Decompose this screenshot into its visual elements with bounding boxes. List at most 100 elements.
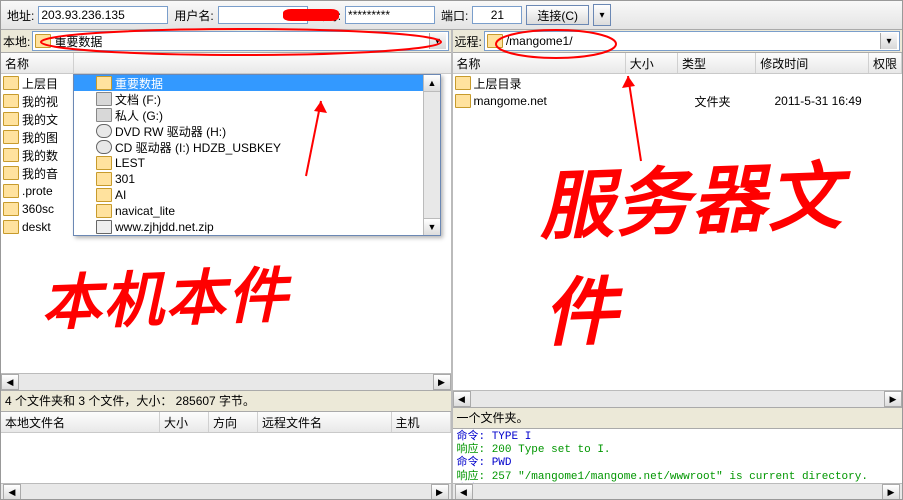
- folder-icon: [3, 202, 19, 216]
- local-file-list[interactable]: 上层目我的视我的文我的图我的数我的音.prote360scdeskt 重要数据文…: [1, 74, 451, 373]
- scroll-up-button[interactable]: ▲: [424, 75, 440, 92]
- remote-pane: 远程: /mangome1/ ▾ 名称 大小 类型 修改时间 权限 上层目录ma…: [453, 30, 903, 500]
- password-input[interactable]: [345, 6, 435, 24]
- remote-hscroll[interactable]: ◀ ▶: [453, 390, 903, 407]
- folder-icon: [455, 94, 471, 108]
- ftp-client-window: 地址: 用户名: 密码: 端口: 连接(C) ▾ 本地: 重要数据 ▾ 名称: [0, 0, 903, 500]
- scroll-right-button[interactable]: ▶: [433, 374, 451, 390]
- connect-button[interactable]: 连接(C): [526, 5, 589, 25]
- col-mtime[interactable]: 修改时间: [756, 53, 869, 73]
- scroll-right-button[interactable]: ▶: [882, 484, 900, 500]
- list-item[interactable]: mangome.net文件夹2011-5-31 16:49: [453, 92, 903, 110]
- folder-icon: [3, 220, 19, 234]
- tree-item[interactable]: 私人 (G:): [74, 107, 424, 123]
- tree-item-label: AI: [115, 188, 126, 202]
- address-input[interactable]: [38, 6, 168, 24]
- tree-item[interactable]: 301: [74, 171, 424, 187]
- tree-scrollbar[interactable]: ▲ ▼: [423, 75, 440, 235]
- folder-icon: [455, 76, 471, 90]
- folder-icon: [96, 204, 112, 218]
- local-list-header: 名称: [1, 53, 451, 74]
- connect-dropdown-button[interactable]: ▾: [593, 4, 611, 26]
- qcol-dir[interactable]: 方向: [209, 412, 258, 432]
- scroll-right-button[interactable]: ▶: [431, 484, 449, 500]
- port-label: 端口:: [441, 7, 468, 24]
- scroll-down-button[interactable]: ▼: [424, 218, 440, 235]
- queue-body[interactable]: [1, 433, 451, 483]
- tree-item[interactable]: LEST: [74, 155, 424, 171]
- col-perm[interactable]: 权限: [869, 53, 902, 73]
- username-label: 用户名:: [174, 7, 213, 24]
- item-mtime: 2011-5-31 16:49: [775, 94, 895, 108]
- address-label: 地址:: [7, 7, 34, 24]
- tree-item-label: 重要数据: [115, 75, 163, 92]
- local-pane: 本地: 重要数据 ▾ 名称 上层目我的视我的文我的图我的数我的音.prote36…: [1, 30, 453, 500]
- password-label: 密码:: [314, 7, 341, 24]
- log-line: 响应: 257 "/mangome1/mangome.net/wwwroot" …: [457, 471, 899, 483]
- col-name[interactable]: 名称: [453, 53, 626, 73]
- folder-icon: [3, 166, 19, 180]
- folder-icon: [487, 34, 503, 48]
- qcol-size[interactable]: 大小: [160, 412, 209, 432]
- tree-item-label: navicat_lite: [115, 204, 175, 218]
- log-line: 命令: PWD: [457, 457, 899, 470]
- folder-icon: [96, 156, 112, 170]
- local-path-field[interactable]: 重要数据 ▾: [32, 31, 448, 51]
- local-location-label: 本地:: [3, 33, 30, 50]
- local-path-row: 本地: 重要数据 ▾: [1, 30, 451, 53]
- username-input[interactable]: [218, 6, 308, 24]
- scroll-left-button[interactable]: ◀: [3, 484, 21, 500]
- scroll-left-button[interactable]: ◀: [455, 484, 473, 500]
- log-line: 响应: 200 Type set to I.: [457, 444, 899, 457]
- scroll-left-button[interactable]: ◀: [453, 391, 471, 407]
- tree-item[interactable]: DVD RW 驱动器 (H:): [74, 123, 424, 139]
- tree-item-label: DVD RW 驱动器 (H:): [115, 123, 226, 140]
- remote-list-header: 名称 大小 类型 修改时间 权限: [453, 53, 903, 74]
- remote-path-field[interactable]: /mangome1/ ▾: [484, 31, 900, 51]
- item-name: 上层目录: [474, 75, 522, 92]
- remote-path-text: /mangome1/: [506, 34, 880, 48]
- local-hscroll[interactable]: ◀ ▶: [1, 373, 451, 390]
- remote-file-list[interactable]: 上层目录mangome.net文件夹2011-5-31 16:49: [453, 74, 903, 390]
- tree-item-label: 文档 (F:): [115, 91, 161, 108]
- local-path-dropdown-list[interactable]: 重要数据文档 (F:)私人 (G:)DVD RW 驱动器 (H:)CD 驱动器 …: [73, 74, 441, 236]
- tree-item[interactable]: AI: [74, 187, 424, 203]
- tree-item[interactable]: CD 驱动器 (I:) HDZB_USBKEY: [74, 139, 424, 155]
- zip-icon: [96, 220, 112, 234]
- tree-item-label: CD 驱动器 (I:) HDZB_USBKEY: [115, 139, 281, 156]
- port-input[interactable]: [472, 6, 522, 24]
- folder-icon: [3, 112, 19, 126]
- log-hscroll[interactable]: ◀ ▶: [453, 483, 903, 500]
- log-body[interactable]: 命令: TYPE I响应: 200 Type set to I.命令: PWD响…: [453, 429, 903, 483]
- tree-item[interactable]: 重要数据: [74, 75, 424, 91]
- folder-icon: [3, 76, 19, 90]
- tree-item[interactable]: 文档 (F:): [74, 91, 424, 107]
- scroll-right-button[interactable]: ▶: [884, 391, 902, 407]
- remote-location-label: 远程:: [455, 33, 482, 50]
- folder-icon: [3, 94, 19, 108]
- tree-item[interactable]: www.zjhjdd.net.zip: [74, 219, 424, 235]
- qcol-host[interactable]: 主机: [392, 412, 451, 432]
- folder-icon: [96, 188, 112, 202]
- local-status: 4 个文件夹和 3 个文件，大小： 285607 字节。: [1, 390, 451, 411]
- folder-icon: [96, 76, 112, 90]
- queue-hscroll[interactable]: ◀ ▶: [1, 483, 451, 500]
- scroll-left-button[interactable]: ◀: [1, 374, 19, 390]
- list-item[interactable]: 上层目录: [453, 74, 903, 92]
- col-type[interactable]: 类型: [678, 53, 756, 73]
- transfer-queue: 本地文件名 大小 方向 远程文件名 主机 ◀ ▶: [1, 411, 451, 500]
- remote-path-row: 远程: /mangome1/ ▾: [453, 30, 903, 53]
- qcol-remotename[interactable]: 远程文件名: [258, 412, 392, 432]
- folder-icon: [35, 34, 51, 48]
- tree-item[interactable]: navicat_lite: [74, 203, 424, 219]
- tree-item-label: www.zjhjdd.net.zip: [115, 220, 214, 234]
- qcol-localname[interactable]: 本地文件名: [1, 412, 160, 432]
- split-container: 本地: 重要数据 ▾ 名称 上层目我的视我的文我的图我的数我的音.prote36…: [1, 30, 902, 500]
- folder-icon: [3, 130, 19, 144]
- local-path-dropdown-button[interactable]: ▾: [429, 33, 446, 49]
- col-name[interactable]: 名称: [1, 53, 74, 73]
- folder-icon: [3, 184, 19, 198]
- col-size[interactable]: 大小: [626, 53, 678, 73]
- remote-path-dropdown-button[interactable]: ▾: [880, 33, 897, 49]
- item-type: 文件夹: [695, 93, 775, 110]
